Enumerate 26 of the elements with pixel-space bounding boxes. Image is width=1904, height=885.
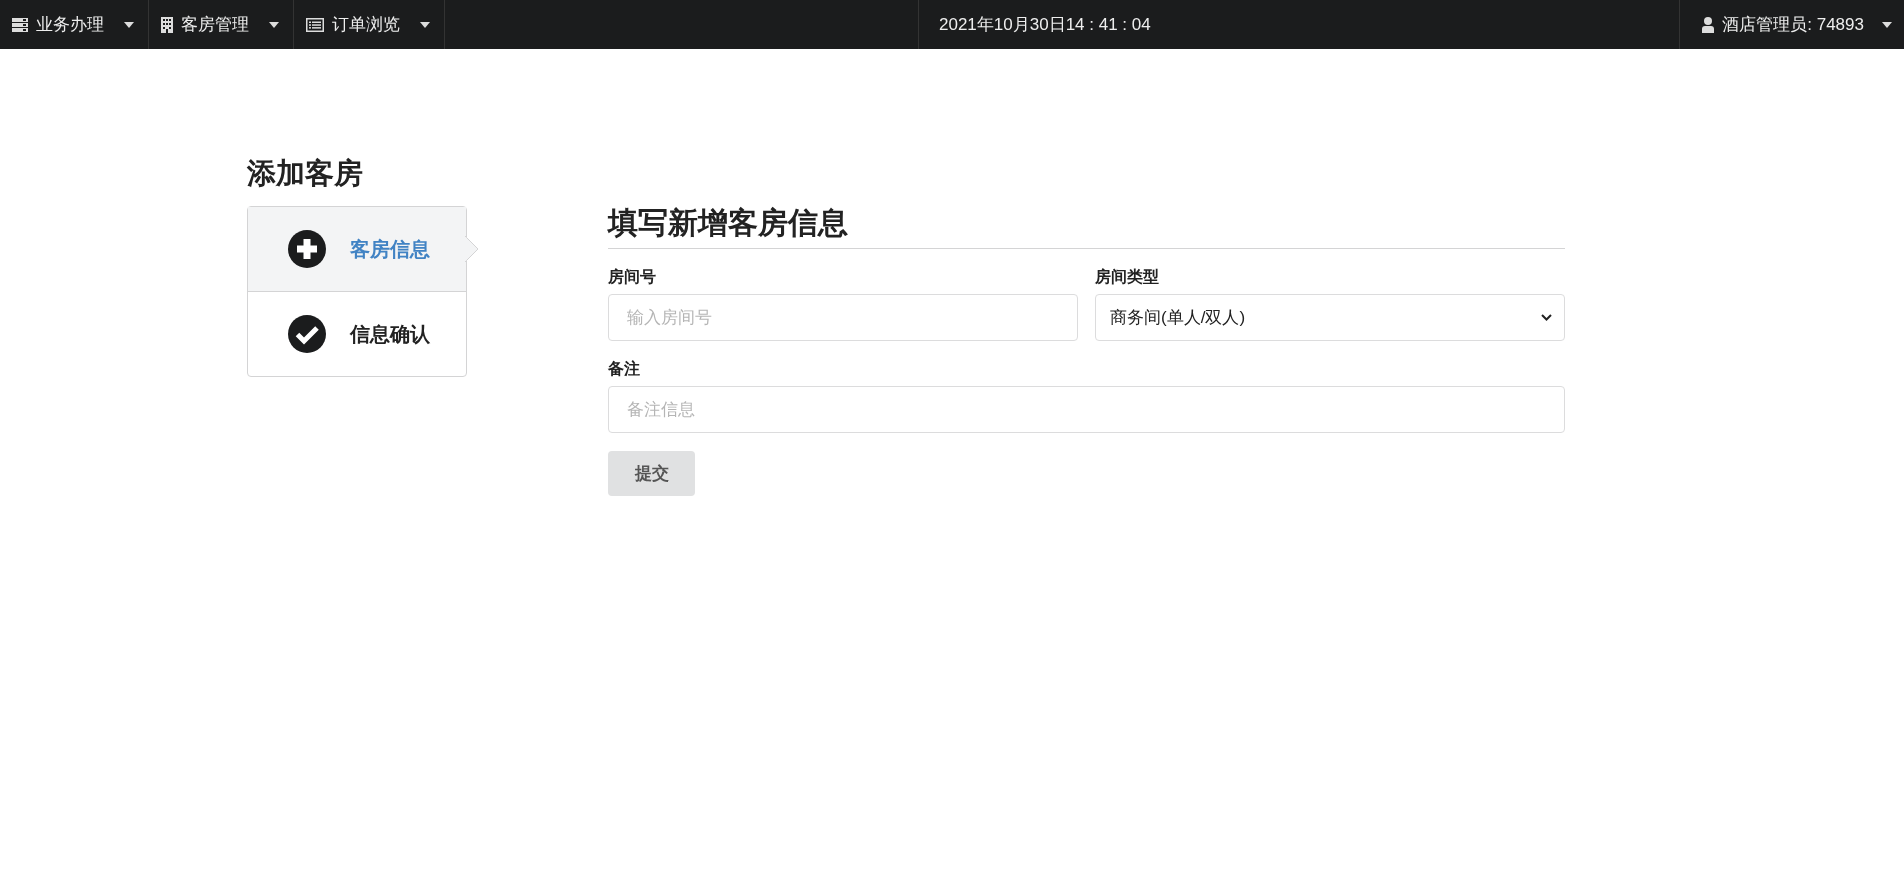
server-icon [12,17,28,32]
input-field[interactable]: 备注信息 [608,386,1565,433]
user-icon [1702,16,1715,33]
field-label: 房间类型 [1095,267,1160,287]
caret-icon [420,21,430,28]
chevron-down-icon [1541,314,1552,321]
date-time: 2021年10月30日14 : 41 : 04 [939,14,1151,36]
check-circle-icon [288,315,326,353]
caret-icon [1882,21,1892,28]
nav-menu[interactable]: 业务办理 [0,0,149,49]
field-label: 房间号 [608,267,657,287]
step-item[interactable]: 信息确认 [248,291,466,376]
nav-menu[interactable]: 订单浏览 [294,0,445,49]
form-heading: 填写新增客房信息 [608,203,1565,249]
submit-button[interactable]: 提交 [608,451,695,496]
caret-icon [124,21,134,28]
nav-menu[interactable]: 客房管理 [149,0,294,49]
dropdown-field[interactable]: 商务间(单人/双人) [1095,294,1565,341]
caret-icon [269,21,279,28]
page-title: 添加客房 [247,156,364,191]
user-menu[interactable]: 酒店管理员: 74893 [1679,0,1904,49]
building-icon [161,16,173,33]
list-icon [306,17,324,32]
field-label: 备注 [608,359,641,379]
input-field[interactable]: 输入房间号 [608,294,1078,341]
plus-circle-icon [288,230,326,268]
